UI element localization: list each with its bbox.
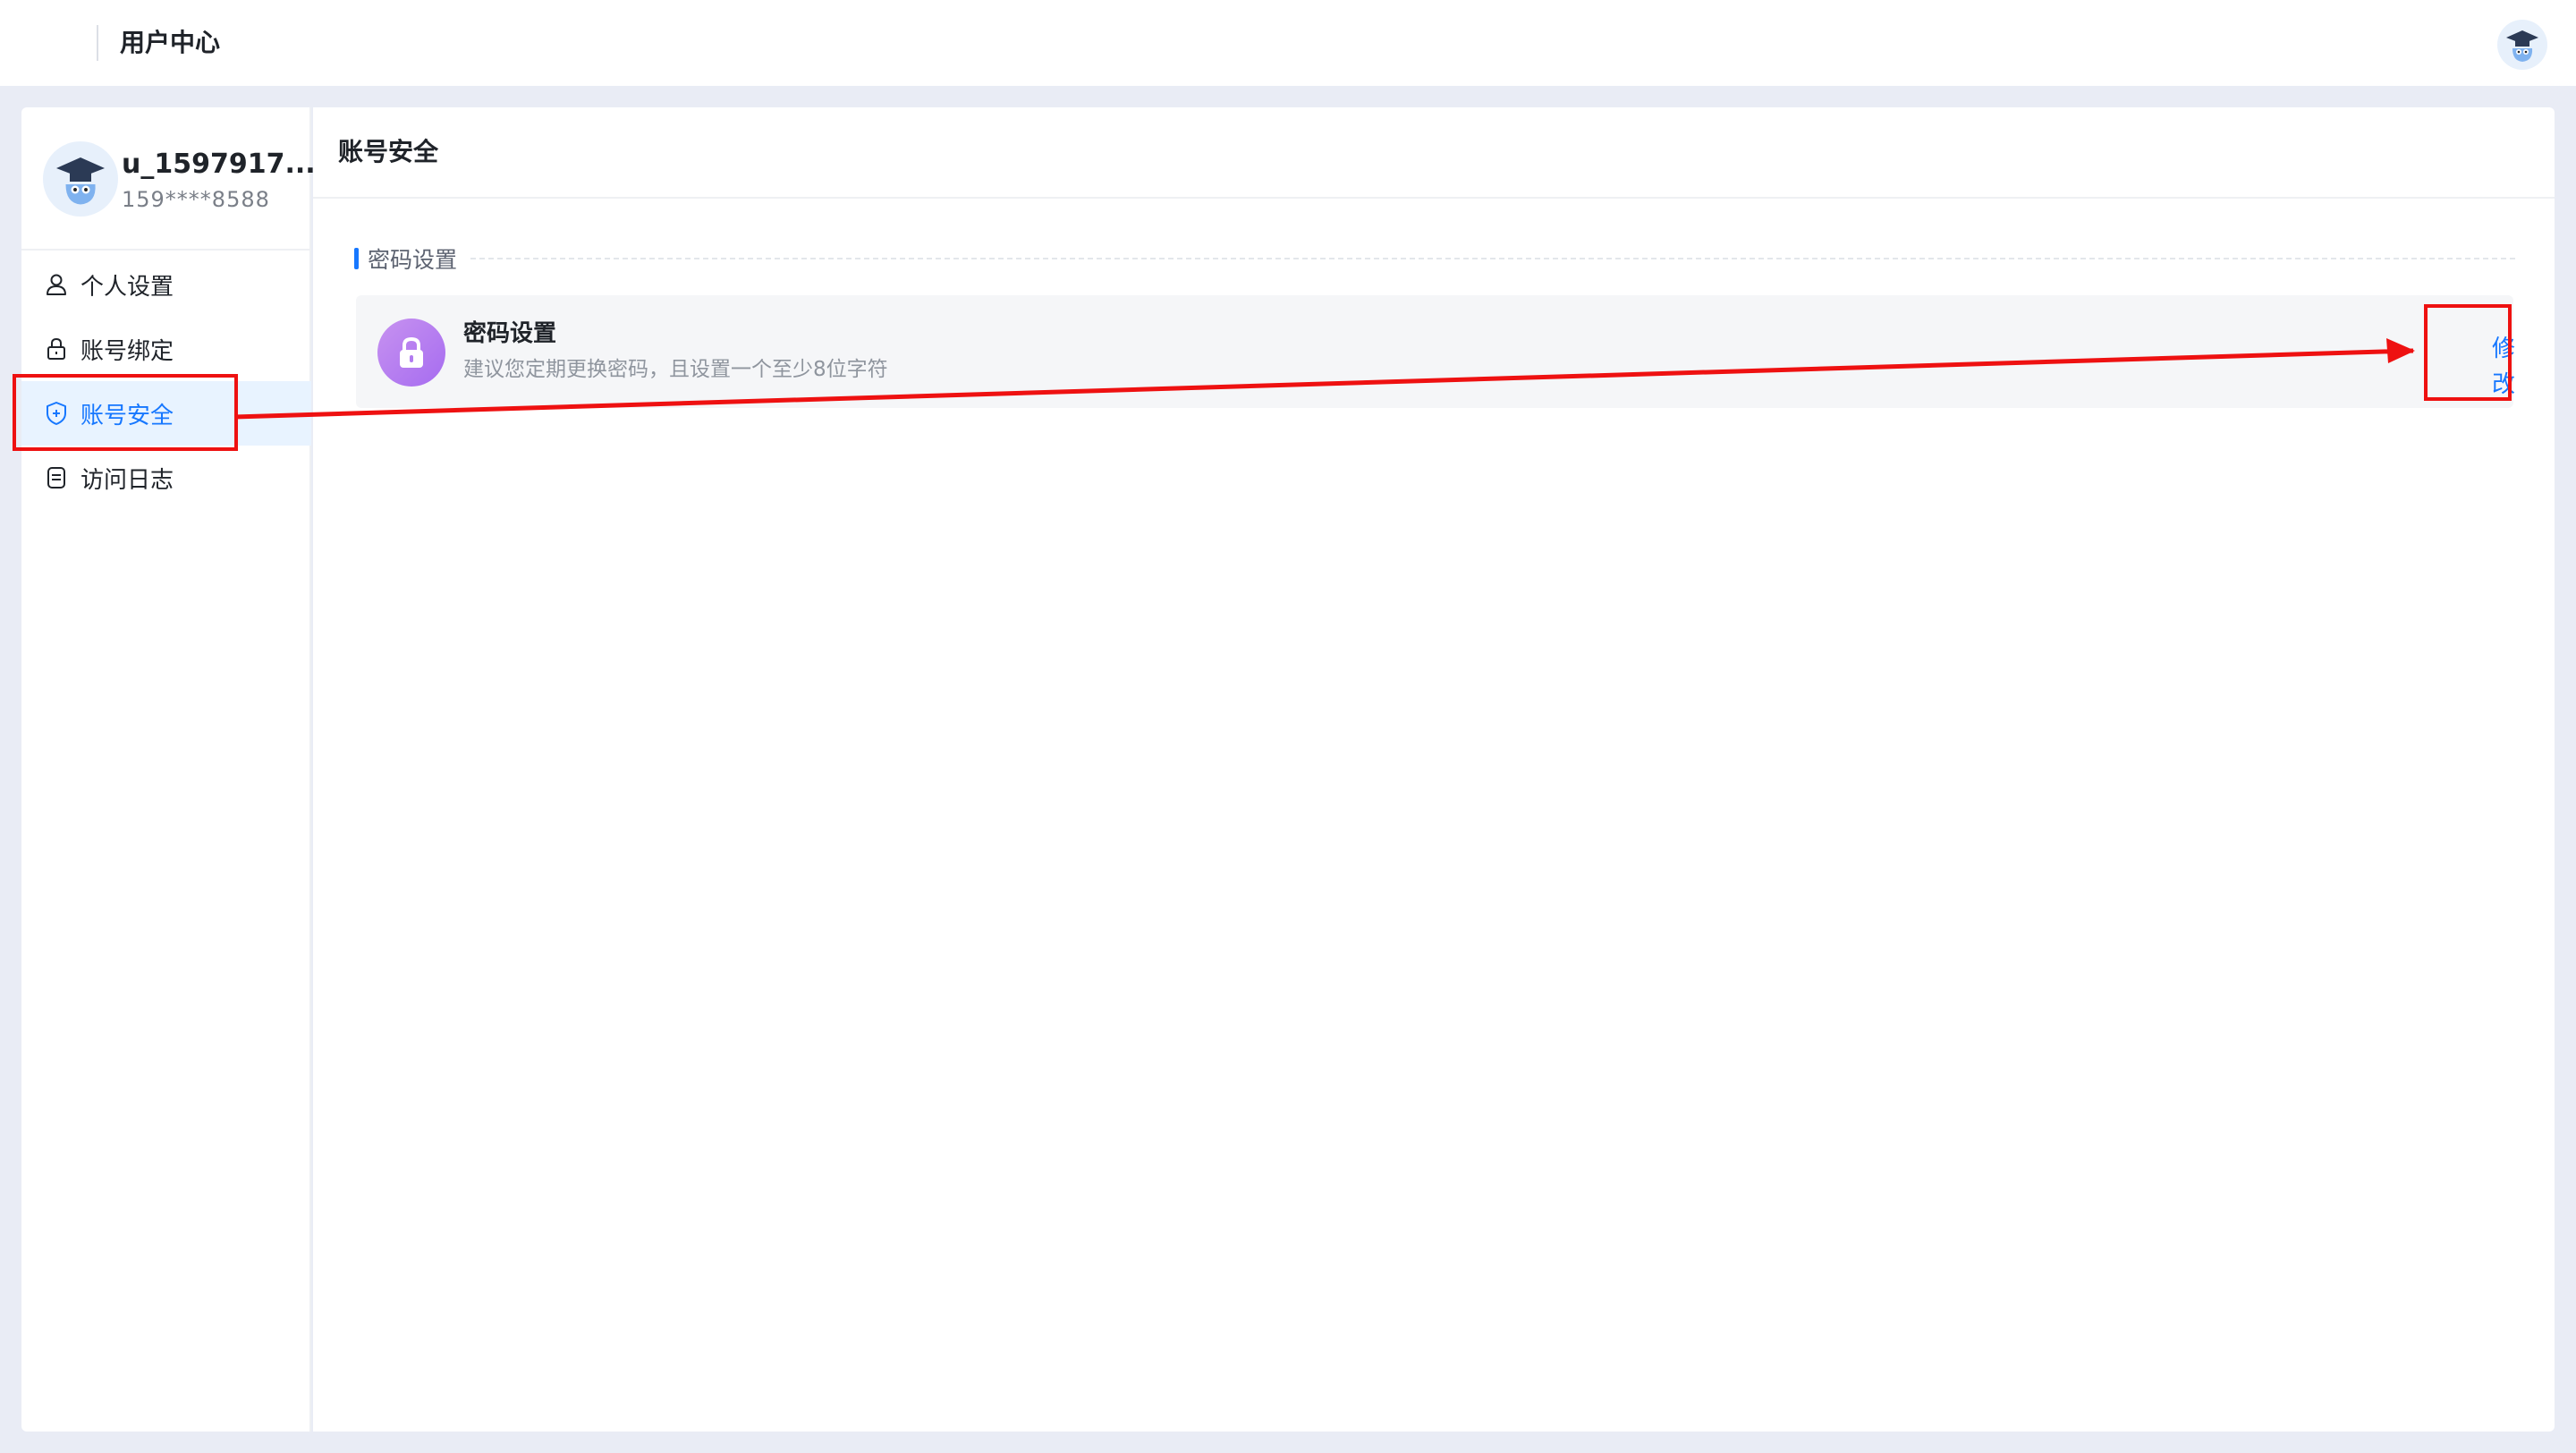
lock-icon <box>400 336 423 368</box>
sidebar-menu: 个人设置 账号绑定 账号安全 访问日志 <box>21 252 311 510</box>
user-avatar-icon[interactable] <box>2497 20 2547 70</box>
profile-phone: 159****8588 <box>122 187 270 212</box>
section-accent-bar <box>354 248 359 269</box>
modify-password-link[interactable]: 修改 <box>2492 331 2515 403</box>
sidebar-item-account-security[interactable]: 账号安全 <box>21 381 311 446</box>
page-title: 账号安全 <box>338 137 439 166</box>
profile-summary: u_1597917... 159****8588 <box>21 107 316 251</box>
sidebar-item-access-log[interactable]: 访问日志 <box>21 446 311 510</box>
sidebar-item-label: 个人设置 <box>80 273 174 301</box>
sidebar-item-account-binding[interactable]: 账号绑定 <box>21 317 311 381</box>
card-description: 建议您定期更换密码，且设置一个至少8位字符 <box>463 358 888 381</box>
password-lock-badge <box>377 319 445 387</box>
header-divider <box>97 25 98 61</box>
main-panel: 账号安全 密码设置 密码设置 建议您定期更换密码，且设置一个至少8位字符 修改 <box>313 107 2555 1432</box>
sidebar: u_1597917... 159****8588 个人设置 账号绑定 账号安全 <box>21 107 316 1432</box>
password-setting-card: 密码设置 建议您定期更换密码，且设置一个至少8位字符 修改 <box>356 295 2515 408</box>
top-bar: 用户中心 <box>0 0 2576 86</box>
profile-avatar-icon[interactable] <box>43 141 118 217</box>
sidebar-item-personal-settings[interactable]: 个人设置 <box>21 252 311 317</box>
document-icon <box>47 467 65 489</box>
card-title: 密码设置 <box>463 320 557 347</box>
page-header-title: 用户中心 <box>120 28 221 57</box>
sidebar-item-label: 账号安全 <box>80 402 174 429</box>
sidebar-item-label: 访问日志 <box>80 466 174 494</box>
main-header: 账号安全 <box>313 107 2555 199</box>
sidebar-item-label: 账号绑定 <box>80 337 174 365</box>
section-divider <box>470 258 2515 259</box>
profile-username: u_1597917... <box>122 149 316 180</box>
lock-icon <box>47 337 65 360</box>
section-title-text: 密码设置 <box>368 247 458 273</box>
shield-icon <box>47 402 66 425</box>
section-title: 密码设置 <box>354 242 457 276</box>
user-icon <box>47 274 66 295</box>
